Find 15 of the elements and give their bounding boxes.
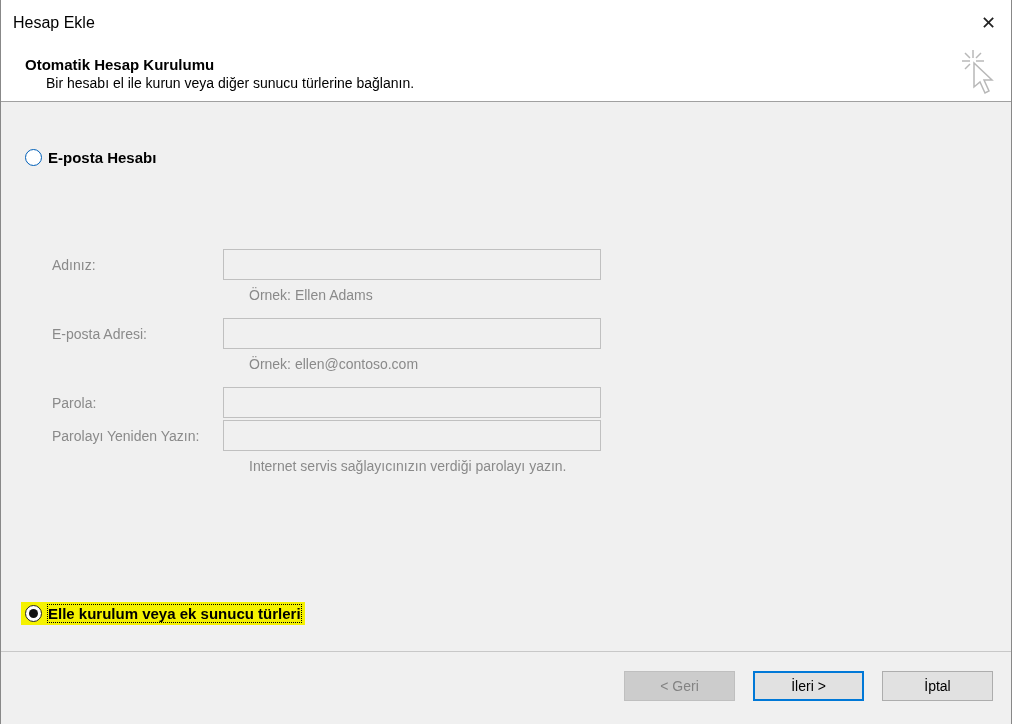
field-hint: Örnek: ellen@contoso.com xyxy=(249,356,420,372)
account-radio-option[interactable]: E-posta Hesabı xyxy=(21,146,161,169)
header-subtitle: Bir hesabı el ile kurun veya diğer sunucu türlerine bağlanın. xyxy=(46,75,415,91)
dialog-button[interactable]: İptal xyxy=(882,671,993,701)
dialog-button[interactable]: İleri > xyxy=(753,671,864,701)
field-label: Parola: xyxy=(52,394,98,411)
field-hint: Örnek: Ellen Adams xyxy=(249,287,374,303)
header-title: Otomatik Hesap Kurulumu xyxy=(25,56,216,73)
field-label: Parolayı Yeniden Yazın: xyxy=(52,427,201,444)
window-title: Hesap Ekle xyxy=(13,13,95,32)
manual-setup-radio-option[interactable]: Elle kurulum veya ek sunucu türleri xyxy=(21,602,305,625)
close-button[interactable]: ✕ xyxy=(965,0,1011,45)
field-hint: Internet servis sağlayıcınızın verdiği parolayı yazın. xyxy=(249,458,568,474)
field-label: E-posta Adresi: xyxy=(52,325,148,342)
field-label: Adınız: xyxy=(52,256,97,273)
